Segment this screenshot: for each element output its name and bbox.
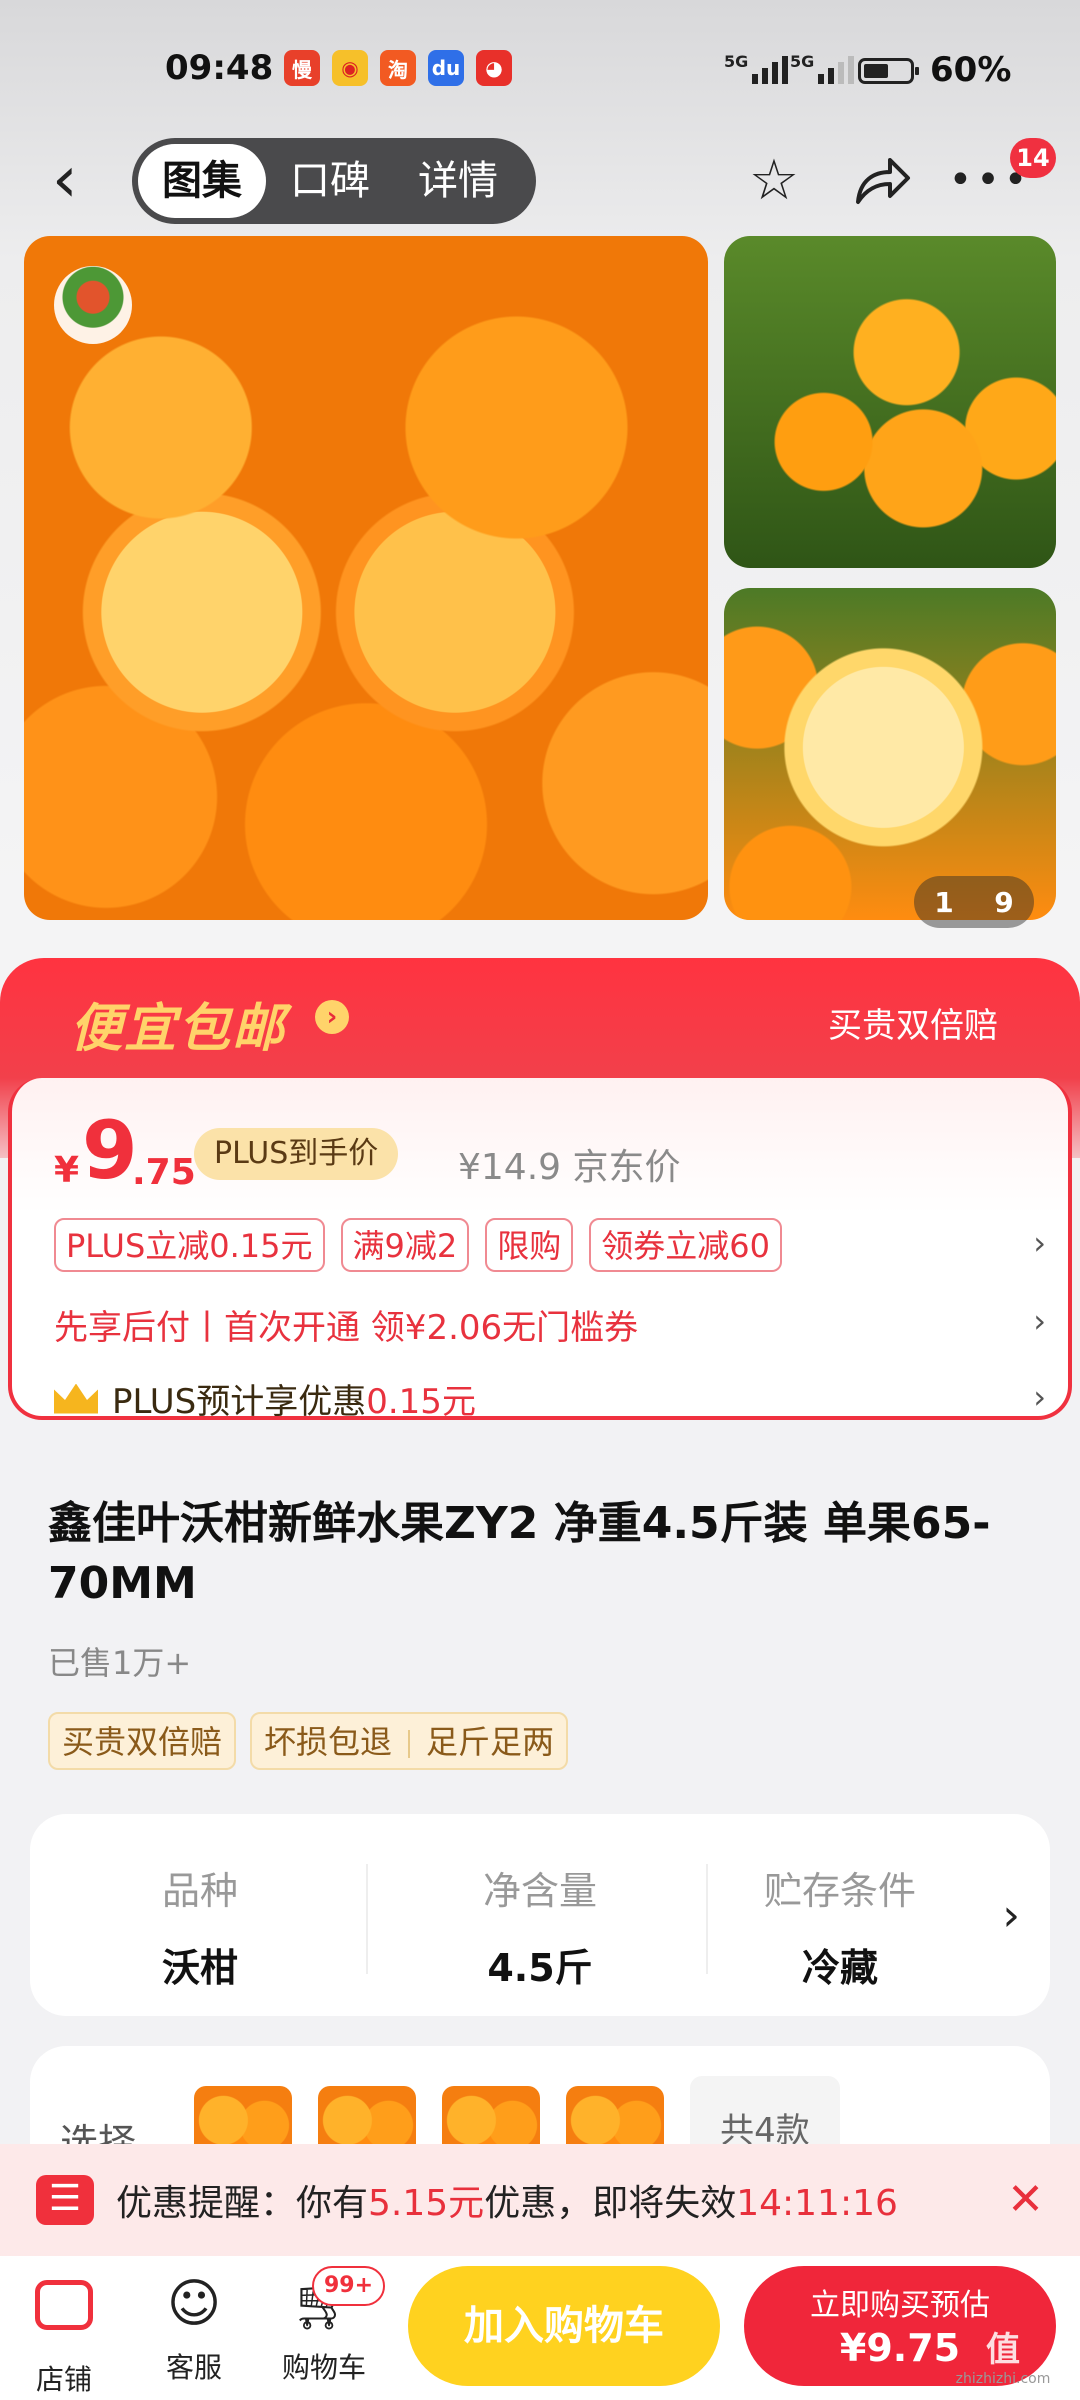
buy-now-label: 立即购买预估: [810, 2288, 990, 2323]
discount-reminder-bar[interactable]: ☰ 优惠提醒：你有5.15元优惠，即将失效14:11:16 ✕: [0, 2144, 1080, 2256]
spec-net-weight: 净含量 4.5斤: [370, 1860, 710, 1992]
status-time: 09:48: [165, 48, 274, 88]
gallery-counter: 1 9: [914, 876, 1034, 928]
favorite-star-icon[interactable]: ☆: [734, 140, 814, 220]
service-tags[interactable]: 买贵双倍赔 坏损包退 足斤足两: [48, 1712, 569, 1770]
jd-price-value: ¥14.9: [458, 1147, 562, 1188]
peeled-orange-image: [724, 588, 1056, 920]
plus-discount-prefix: PLUS预计享优惠: [112, 1382, 367, 1422]
coupon-threshold[interactable]: 满9减2: [340, 1218, 470, 1272]
paylater-chevron-icon[interactable]: ›: [1033, 1302, 1046, 1340]
watermark-logo: 值: [986, 2330, 1020, 2370]
plus-chevron-icon[interactable]: ›: [1033, 1378, 1046, 1416]
service-button[interactable]: ☺ 客服: [134, 2268, 254, 2386]
reminder-mid: 优惠，即将失效: [484, 2183, 737, 2224]
spec-divider: [706, 1864, 708, 1974]
reminder-text: 优惠提醒：你有5.15元优惠，即将失效14:11:16: [116, 2174, 898, 2226]
spec-divider: [366, 1864, 368, 1974]
reminder-amount: 5.15元: [368, 2183, 485, 2224]
plus-discount-line[interactable]: PLUS预计享优惠 0.15元: [54, 1374, 476, 1423]
price-card: ¥ 9 .75 PLUS到手价 ¥14.9 京东价 PLUS立减0.15元 满9…: [8, 1078, 1072, 1423]
service-label: 客服: [165, 2351, 222, 2384]
spec-storage-value: 冷藏: [801, 1946, 878, 1990]
sold-count: 已售1万+: [48, 1644, 192, 1682]
status-bar: 09:48 慢 ◉ 淘 du ◕ 5G 5G 60%: [0, 0, 1080, 140]
coupon-limit[interactable]: 限购: [485, 1218, 574, 1272]
coupon-voucher[interactable]: 领券立减60: [589, 1218, 783, 1272]
promo-guarantee: 买贵双倍赔: [828, 1006, 998, 1046]
reminder-icon: ☰: [36, 2175, 94, 2225]
reminder-countdown: 14:11:16: [736, 2183, 898, 2224]
coupon-chevron-icon[interactable]: ›: [1033, 1224, 1046, 1262]
baidu-icon: du: [428, 50, 464, 86]
section-tabs: 图集 口碑 详情: [132, 138, 536, 224]
signal-1-icon: [752, 56, 788, 84]
gallery-counter-current: 1: [934, 885, 954, 919]
close-icon[interactable]: ✕: [1007, 2174, 1044, 2225]
add-to-cart-button[interactable]: 加入购物车: [408, 2266, 720, 2386]
gallery-counter-total: 9: [994, 885, 1014, 919]
orange-bowl-image: [724, 236, 1056, 568]
spec-storage: 贮存条件 冷藏: [710, 1860, 970, 1992]
coupon-row[interactable]: PLUS立减0.15元 满9减2 限购 领券立减60: [54, 1218, 783, 1272]
spec-storage-key: 贮存条件: [763, 1869, 916, 1913]
plus-discount-amount: 0.15元: [366, 1382, 476, 1422]
price-symbol: ¥: [54, 1150, 80, 1191]
paylater-line[interactable]: 先享后付丨首次开通 领¥2.06无门槛券: [54, 1300, 638, 1349]
crown-icon: [54, 1383, 98, 1414]
gallery-thumb-1[interactable]: [724, 236, 1056, 568]
battery-icon: [858, 58, 919, 84]
store-icon: [35, 2280, 93, 2330]
bottom-action-bar: 店铺 ☺ 客服 🛒︎ 购物车 99+ 加入购物车 立即购买预估 ¥9.75: [0, 2256, 1080, 2400]
promo-arrow-icon[interactable]: ›: [315, 1000, 349, 1034]
jd-price: ¥14.9 京东价: [458, 1138, 681, 1190]
promo-section: 便宜包邮 › 买贵双倍赔 ¥ 9 .75 PLUS到手价 ¥14.9 京东价 P…: [0, 958, 1080, 1458]
price-decimal: .75: [132, 1152, 196, 1193]
tag-damage-return: 坏损包退: [264, 1723, 393, 1761]
tab-details[interactable]: 详情: [394, 144, 522, 218]
app-notification-icon: 慢: [284, 50, 320, 86]
more-badge: 14: [1010, 138, 1056, 178]
spec-variety-value: 沃柑: [161, 1946, 238, 1990]
share-icon[interactable]: [842, 140, 922, 220]
cart-badge: 99+: [312, 2266, 386, 2306]
store-button[interactable]: 店铺: [4, 2268, 124, 2398]
cart-label: 购物车: [281, 2351, 366, 2384]
tab-gallery[interactable]: 图集: [138, 144, 266, 218]
tag-price-guarantee[interactable]: 买贵双倍赔: [48, 1712, 237, 1770]
orange-halves-image: [24, 236, 708, 920]
spec-weight-value: 4.5斤: [487, 1946, 593, 1990]
jd-icon: ◕: [476, 50, 512, 86]
service-smile-icon: ☺: [166, 2274, 222, 2334]
signal-2-icon: [818, 56, 854, 84]
gallery-main-image[interactable]: [24, 236, 708, 920]
back-chevron-icon[interactable]: ‹: [52, 148, 92, 212]
coupon-plus[interactable]: PLUS立减0.15元: [54, 1218, 325, 1272]
signal-1-label: 5G: [724, 52, 749, 71]
tag-quality[interactable]: 坏损包退 足斤足两: [250, 1712, 569, 1770]
spec-weight-key: 净含量: [482, 1869, 597, 1913]
jd-price-label: 京东价: [572, 1147, 681, 1188]
weibo-icon: ◉: [332, 50, 368, 86]
site-watermark: 值 zhizhizhi.com: [938, 2322, 1068, 2387]
price-integer: 9: [82, 1104, 138, 1197]
signal-2-label: 5G: [790, 52, 815, 71]
promo-title[interactable]: 便宜包邮: [70, 986, 286, 1061]
tag-full-weight: 足斤足两: [426, 1723, 555, 1761]
watermark-site: zhizhizhi.com: [955, 2371, 1051, 2387]
taobao-icon: 淘: [380, 50, 416, 86]
gallery-thumb-2[interactable]: [724, 588, 1056, 920]
specs-card[interactable]: 品种 沃柑 净含量 4.5斤 贮存条件 冷藏 ›: [30, 1814, 1050, 2016]
brand-logo-icon: [54, 266, 132, 344]
reminder-prefix: 优惠提醒：你有: [116, 2183, 369, 2224]
specs-chevron-icon[interactable]: ›: [1002, 1890, 1020, 1941]
plus-price-tag: PLUS到手价: [194, 1128, 399, 1180]
product-title: 鑫佳叶沃柑新鲜水果ZY2 净重4.5斤装 单果65-70MM: [48, 1498, 991, 1609]
spec-variety: 品种 沃柑: [30, 1860, 370, 1992]
store-label: 店铺: [35, 2363, 92, 2396]
tab-reviews[interactable]: 口碑: [266, 144, 394, 218]
spec-variety-key: 品种: [161, 1869, 238, 1913]
notification-icons: 慢 ◉ 淘 du ◕: [284, 50, 512, 86]
battery-percent: 60%: [930, 50, 1012, 90]
